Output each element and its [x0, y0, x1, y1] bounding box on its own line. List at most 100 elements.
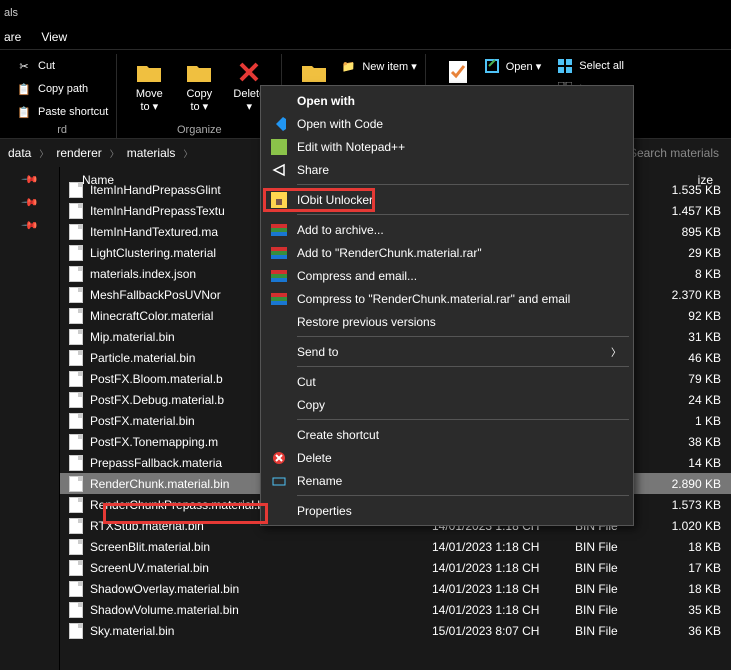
paste-shortcut-button[interactable]: 📋Paste shortcut [16, 102, 108, 122]
file-name: ShadowVolume.material.bin [90, 603, 731, 617]
file-icon [68, 581, 84, 597]
crumb-renderer[interactable]: renderer [56, 146, 101, 160]
file-icon [68, 224, 84, 240]
file-size: 31 KB [688, 330, 721, 344]
table-row[interactable]: ShadowOverlay.material.bin 14/01/2023 1:… [60, 578, 731, 599]
ctx-copy[interactable]: Copy [263, 393, 631, 416]
file-icon [68, 392, 84, 408]
file-size: 8 KB [695, 267, 721, 281]
file-size: 18 KB [688, 582, 721, 596]
file-icon [68, 518, 84, 534]
chevron-right-icon: 〉 [39, 147, 48, 160]
file-icon [68, 434, 84, 450]
table-row[interactable]: ScreenUV.material.bin 14/01/2023 1:18 CH… [60, 557, 731, 578]
menu-bar: are View [0, 25, 731, 49]
file-icon [68, 371, 84, 387]
file-size: 14 KB [688, 456, 721, 470]
ctx-edit-notepad[interactable]: Edit with Notepad++ [263, 135, 631, 158]
file-size: 36 KB [688, 624, 721, 638]
ctx-properties[interactable]: Properties [263, 499, 631, 522]
file-size: 895 KB [682, 225, 721, 239]
file-name: ScreenUV.material.bin [90, 561, 731, 575]
file-type: BIN File [575, 561, 618, 575]
copy-path-button[interactable]: 📋Copy path [16, 79, 108, 99]
ctx-add-archive[interactable]: Add to archive... [263, 218, 631, 241]
pin-icon: 📌 [20, 170, 39, 189]
file-date: 15/01/2023 8:07 CH [432, 624, 539, 638]
search-input[interactable]: Search materials [629, 146, 723, 160]
x-icon [233, 56, 265, 88]
ctx-cut[interactable]: Cut [263, 370, 631, 393]
ctx-share[interactable]: Share [263, 158, 631, 181]
ctx-open-with-code[interactable]: Open with Code [263, 112, 631, 135]
select-all-button[interactable]: Select all [557, 56, 629, 76]
winrar-icon [269, 289, 289, 309]
share-icon [269, 160, 289, 180]
ctx-send-to[interactable]: Send to〉 [263, 340, 631, 363]
ctx-rename[interactable]: Rename [263, 469, 631, 492]
file-size: 79 KB [688, 372, 721, 386]
ctx-create-shortcut[interactable]: Create shortcut [263, 423, 631, 446]
move-to-button[interactable]: Move to ▾ [125, 54, 173, 124]
file-date: 14/01/2023 1:18 CH [432, 540, 539, 554]
file-name: ScreenBlit.material.bin [90, 540, 731, 554]
file-size: 1.020 KB [672, 519, 721, 533]
delete-icon [269, 448, 289, 468]
cut-button[interactable]: ✂Cut [16, 56, 108, 76]
ctx-compress-email[interactable]: Compress and email... [263, 264, 631, 287]
file-icon [68, 476, 84, 492]
file-date: 14/01/2023 1:18 CH [432, 603, 539, 617]
rename-icon [269, 471, 289, 491]
file-name: Sky.material.bin [90, 624, 731, 638]
check-doc-icon [442, 56, 474, 88]
file-icon [68, 623, 84, 639]
file-icon [68, 203, 84, 219]
file-size: 2.370 KB [672, 288, 721, 302]
file-size: 2.890 KB [672, 477, 721, 491]
ctx-delete[interactable]: Delete [263, 446, 631, 469]
ctx-compress-to-email[interactable]: Compress to "RenderChunk.material.rar" a… [263, 287, 631, 310]
file-size: 1.535 KB [672, 183, 721, 197]
file-type: BIN File [575, 582, 618, 596]
file-icon [68, 266, 84, 282]
table-row[interactable]: ScreenBlit.material.bin 14/01/2023 1:18 … [60, 536, 731, 557]
ctx-open-with[interactable]: Open with [263, 89, 631, 112]
chevron-right-icon: 〉 [110, 147, 119, 160]
ctx-restore-previous[interactable]: Restore previous versions [263, 310, 631, 333]
new-item-button[interactable]: 📁New item ▾ [340, 56, 416, 76]
notepadpp-icon [269, 137, 289, 157]
file-size: 1 KB [695, 414, 721, 428]
file-icon [68, 497, 84, 513]
open-button[interactable]: Open ▾ [484, 56, 542, 76]
file-date: 14/01/2023 1:18 CH [432, 561, 539, 575]
file-icon [68, 602, 84, 618]
nav-pane[interactable]: 📌 📌 📌 [0, 167, 60, 670]
table-row[interactable]: Sky.material.bin 15/01/2023 8:07 CH BIN … [60, 620, 731, 641]
context-menu: Open with Open with Code Edit with Notep… [260, 85, 634, 526]
file-size: 17 KB [688, 561, 721, 575]
sparkle-folder-icon: 📁 [340, 58, 356, 74]
file-icon [68, 287, 84, 303]
pin-icon: 📌 [20, 216, 39, 235]
file-icon [68, 413, 84, 429]
file-size: 35 KB [688, 603, 721, 617]
ctx-add-rar[interactable]: Add to "RenderChunk.material.rar" [263, 241, 631, 264]
table-row[interactable]: ShadowVolume.material.bin 14/01/2023 1:1… [60, 599, 731, 620]
menu-share[interactable]: are [4, 30, 21, 44]
file-type: BIN File [575, 624, 618, 638]
file-size: 92 KB [688, 309, 721, 323]
menu-view[interactable]: View [41, 30, 67, 44]
organize-group-label: Organize [177, 124, 222, 138]
vscode-icon [269, 114, 289, 134]
paste-icon: 📋 [16, 104, 32, 120]
file-icon [68, 539, 84, 555]
scissors-icon: ✂ [16, 58, 32, 74]
file-size: 38 KB [688, 435, 721, 449]
crumb-data[interactable]: data [8, 146, 31, 160]
copy-path-icon: 📋 [16, 81, 32, 97]
file-size: 24 KB [688, 393, 721, 407]
copy-to-button[interactable]: Copy to ▾ [175, 54, 223, 124]
file-icon [68, 182, 84, 198]
crumb-materials[interactable]: materials [127, 146, 176, 160]
ctx-iobit-unlocker[interactable]: IObit Unlocker [263, 188, 631, 211]
